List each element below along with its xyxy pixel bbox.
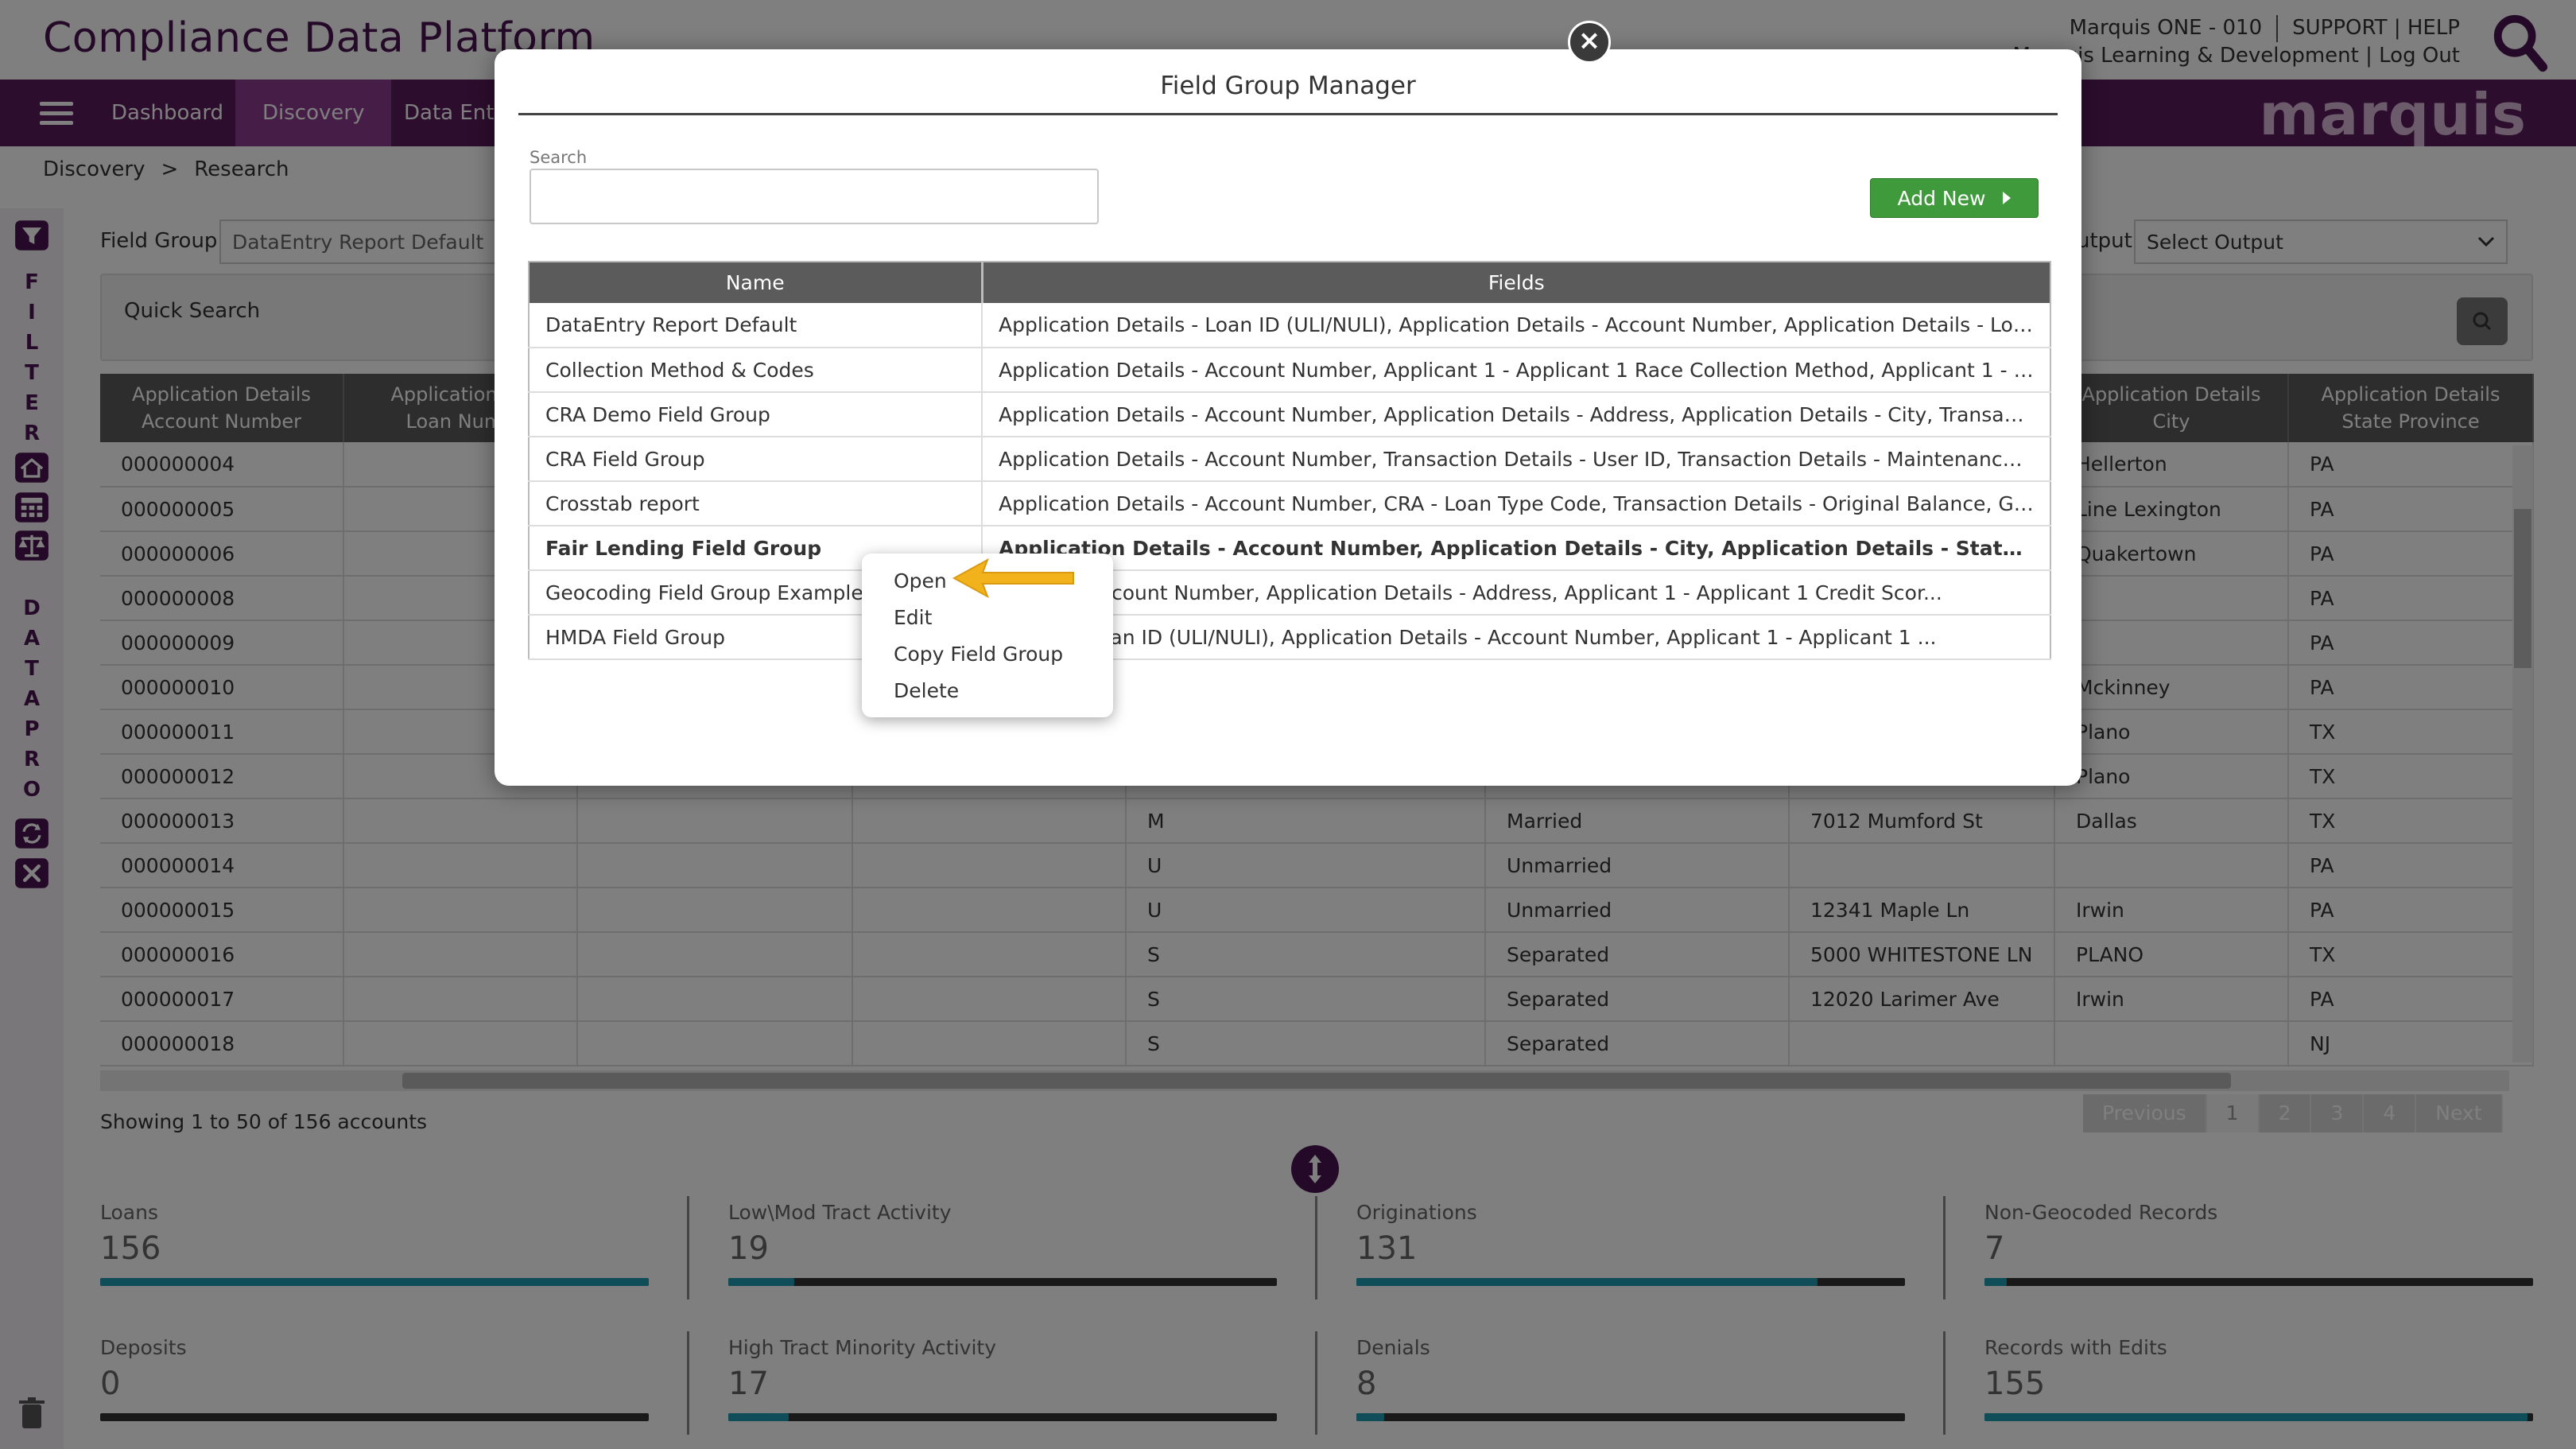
field-group-name[interactable]: Crosstab report bbox=[529, 481, 983, 526]
pointer-arrow-icon bbox=[952, 557, 1074, 599]
field-group-name[interactable]: Collection Method & Codes bbox=[529, 348, 983, 393]
caret-right-icon bbox=[2003, 192, 2012, 204]
field-group-row[interactable]: Collection Method & Codes Application Det… bbox=[529, 348, 2050, 393]
field-group-row[interactable]: Geocoding Field Group Example Details - A… bbox=[529, 570, 2050, 616]
field-group-manager-modal: Field Group Manager Search Add New Name … bbox=[495, 49, 2081, 786]
field-group-table: Name Fields DataEntry Report Default Appl… bbox=[528, 261, 2051, 660]
modal-title: Field Group Manager bbox=[1160, 72, 1416, 100]
search-input[interactable] bbox=[530, 169, 1099, 224]
close-icon: × bbox=[1577, 25, 1601, 56]
column-header-name[interactable]: Name bbox=[529, 262, 983, 303]
field-group-fields: Application Details - Account Number, Ap… bbox=[982, 392, 2050, 437]
field-group-fields: Application Details - Account Number, Tr… bbox=[982, 437, 2050, 482]
modal-divider bbox=[518, 113, 2058, 115]
field-group-fields: Details - Account Number, Application De… bbox=[982, 570, 2050, 616]
field-group-fields: Details - Loan ID (ULI/NULI), Applicatio… bbox=[982, 615, 2050, 660]
field-group-fields: Application Details - Account Number, Ap… bbox=[982, 348, 2050, 393]
field-group-row[interactable]: HMDA Field Group Details - Loan ID (ULI/N… bbox=[529, 615, 2050, 660]
field-group-fields: Application Details - Account Number, Ap… bbox=[982, 526, 2050, 571]
field-group-row[interactable]: Crosstab report Application Details - Acc… bbox=[529, 481, 2050, 526]
field-group-rows: DataEntry Report Default Application Deta… bbox=[529, 303, 2050, 660]
context-menu-copy-field-group[interactable]: Copy Field Group bbox=[862, 636, 1113, 673]
field-group-row[interactable]: CRA Demo Field Group Application Details … bbox=[529, 392, 2050, 437]
add-new-button[interactable]: Add New bbox=[1870, 178, 2039, 218]
field-group-row[interactable]: DataEntry Report Default Application Deta… bbox=[529, 303, 2050, 348]
field-group-row[interactable]: Fair Lending Field Group Application Deta… bbox=[529, 526, 2050, 571]
field-group-fields: Application Details - Loan ID (ULI/NULI)… bbox=[982, 303, 2050, 348]
column-header-fields[interactable]: Fields bbox=[982, 262, 2050, 303]
field-group-row[interactable]: CRA Field Group Application Details - Acc… bbox=[529, 437, 2050, 482]
field-group-name[interactable]: CRA Field Group bbox=[529, 437, 983, 482]
context-menu-delete[interactable]: Delete bbox=[862, 673, 1113, 709]
context-menu-edit[interactable]: Edit bbox=[862, 600, 1113, 636]
field-group-header-row: Name Fields bbox=[529, 262, 2050, 303]
search-label: Search bbox=[530, 148, 588, 167]
field-group-name[interactable]: DataEntry Report Default bbox=[529, 303, 983, 348]
field-group-name[interactable]: CRA Demo Field Group bbox=[529, 392, 983, 437]
field-group-fields: Application Details - Account Number, CR… bbox=[982, 481, 2050, 526]
close-modal-button[interactable]: × bbox=[1568, 21, 1611, 64]
